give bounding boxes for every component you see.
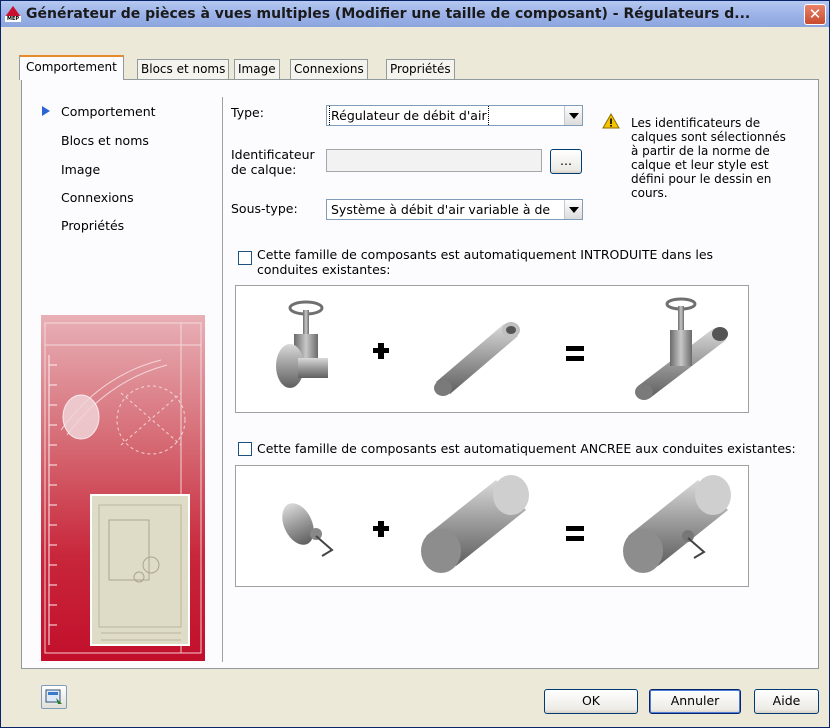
- subtype-select-value: Système à débit d'air variable à de: [331, 202, 551, 217]
- equals-icon: [566, 346, 584, 361]
- tab-blocs-et-noms[interactable]: Blocs et noms: [137, 59, 230, 79]
- blueprint-illustration: [44, 322, 202, 654]
- type-select-value: Régulateur de débit d'air: [329, 106, 489, 125]
- valve-in-pipe-icon: [635, 297, 728, 400]
- nav-divider: [222, 97, 223, 662]
- plus-icon: [373, 521, 389, 537]
- layer-label-line-2: de calque:: [231, 162, 297, 177]
- anchor-illustration-panel: [235, 465, 749, 587]
- duct-with-damper-icon: [623, 475, 731, 573]
- tab-proprietes[interactable]: Propriétés: [386, 59, 455, 79]
- ok-button[interactable]: OK: [544, 689, 638, 714]
- equals-icon: [566, 526, 584, 541]
- tab-image[interactable]: Image: [234, 59, 280, 79]
- anchor-checkbox-label: Cette famille de composants est automati…: [257, 441, 796, 456]
- close-button[interactable]: ✕: [804, 3, 826, 25]
- cancel-button[interactable]: Annuler: [649, 689, 741, 714]
- anchor-illustration: [282, 475, 731, 573]
- nav-item-label: Connexions: [61, 190, 134, 205]
- layer-identifier-input[interactable]: [326, 149, 542, 172]
- nav-item-label: Blocs et noms: [61, 133, 149, 148]
- screen-capture-button[interactable]: [41, 685, 67, 709]
- layer-label-line-1: Identificateur: [231, 147, 315, 162]
- insert-checkbox[interactable]: [238, 251, 252, 265]
- subtype-select[interactable]: Système à débit d'air variable à de: [326, 199, 583, 220]
- insert-illustration-panel: [235, 285, 749, 413]
- browse-button[interactable]: ...: [550, 149, 582, 174]
- tab-comportement[interactable]: Comportement: [19, 55, 124, 80]
- insert-checkbox-label: Cette famille de composants est automati…: [257, 247, 714, 277]
- autocad-mep-icon: MEP: [5, 6, 21, 22]
- subtype-label: Sous-type:: [231, 201, 298, 216]
- nav-item-label: Image: [61, 162, 101, 177]
- damper-icon: [282, 503, 334, 557]
- window-title: Générateur de pièces à vues multiples (M…: [26, 6, 751, 22]
- duct-icon: [421, 475, 529, 573]
- plus-icon: [373, 343, 389, 359]
- type-label: Type:: [231, 105, 264, 120]
- selected-arrow-icon: [42, 106, 50, 116]
- title-bar[interactable]: MEP Générateur de pièces à vues multiple…: [1, 1, 829, 27]
- nav-item-label: Propriétés: [61, 218, 125, 233]
- layer-warning-text: Les identificateurs de calques sont séle…: [631, 116, 786, 200]
- chevron-down-icon[interactable]: [564, 106, 582, 125]
- insert-illustration: [276, 297, 728, 400]
- tab-connexions[interactable]: Connexions: [290, 59, 368, 79]
- pipe-icon: [434, 322, 520, 396]
- type-select[interactable]: Régulateur de débit d'air: [326, 105, 583, 126]
- warning-icon: [602, 113, 620, 129]
- side-illustration: [41, 315, 205, 661]
- chevron-down-icon[interactable]: [564, 200, 582, 219]
- nav-item-label: Comportement: [61, 104, 156, 119]
- valve-icon: [276, 300, 328, 388]
- help-button[interactable]: Aide: [754, 689, 819, 714]
- capture-icon: [45, 689, 62, 704]
- dialog-window: MEP Générateur de pièces à vues multiple…: [0, 0, 830, 728]
- anchor-checkbox[interactable]: [238, 442, 252, 456]
